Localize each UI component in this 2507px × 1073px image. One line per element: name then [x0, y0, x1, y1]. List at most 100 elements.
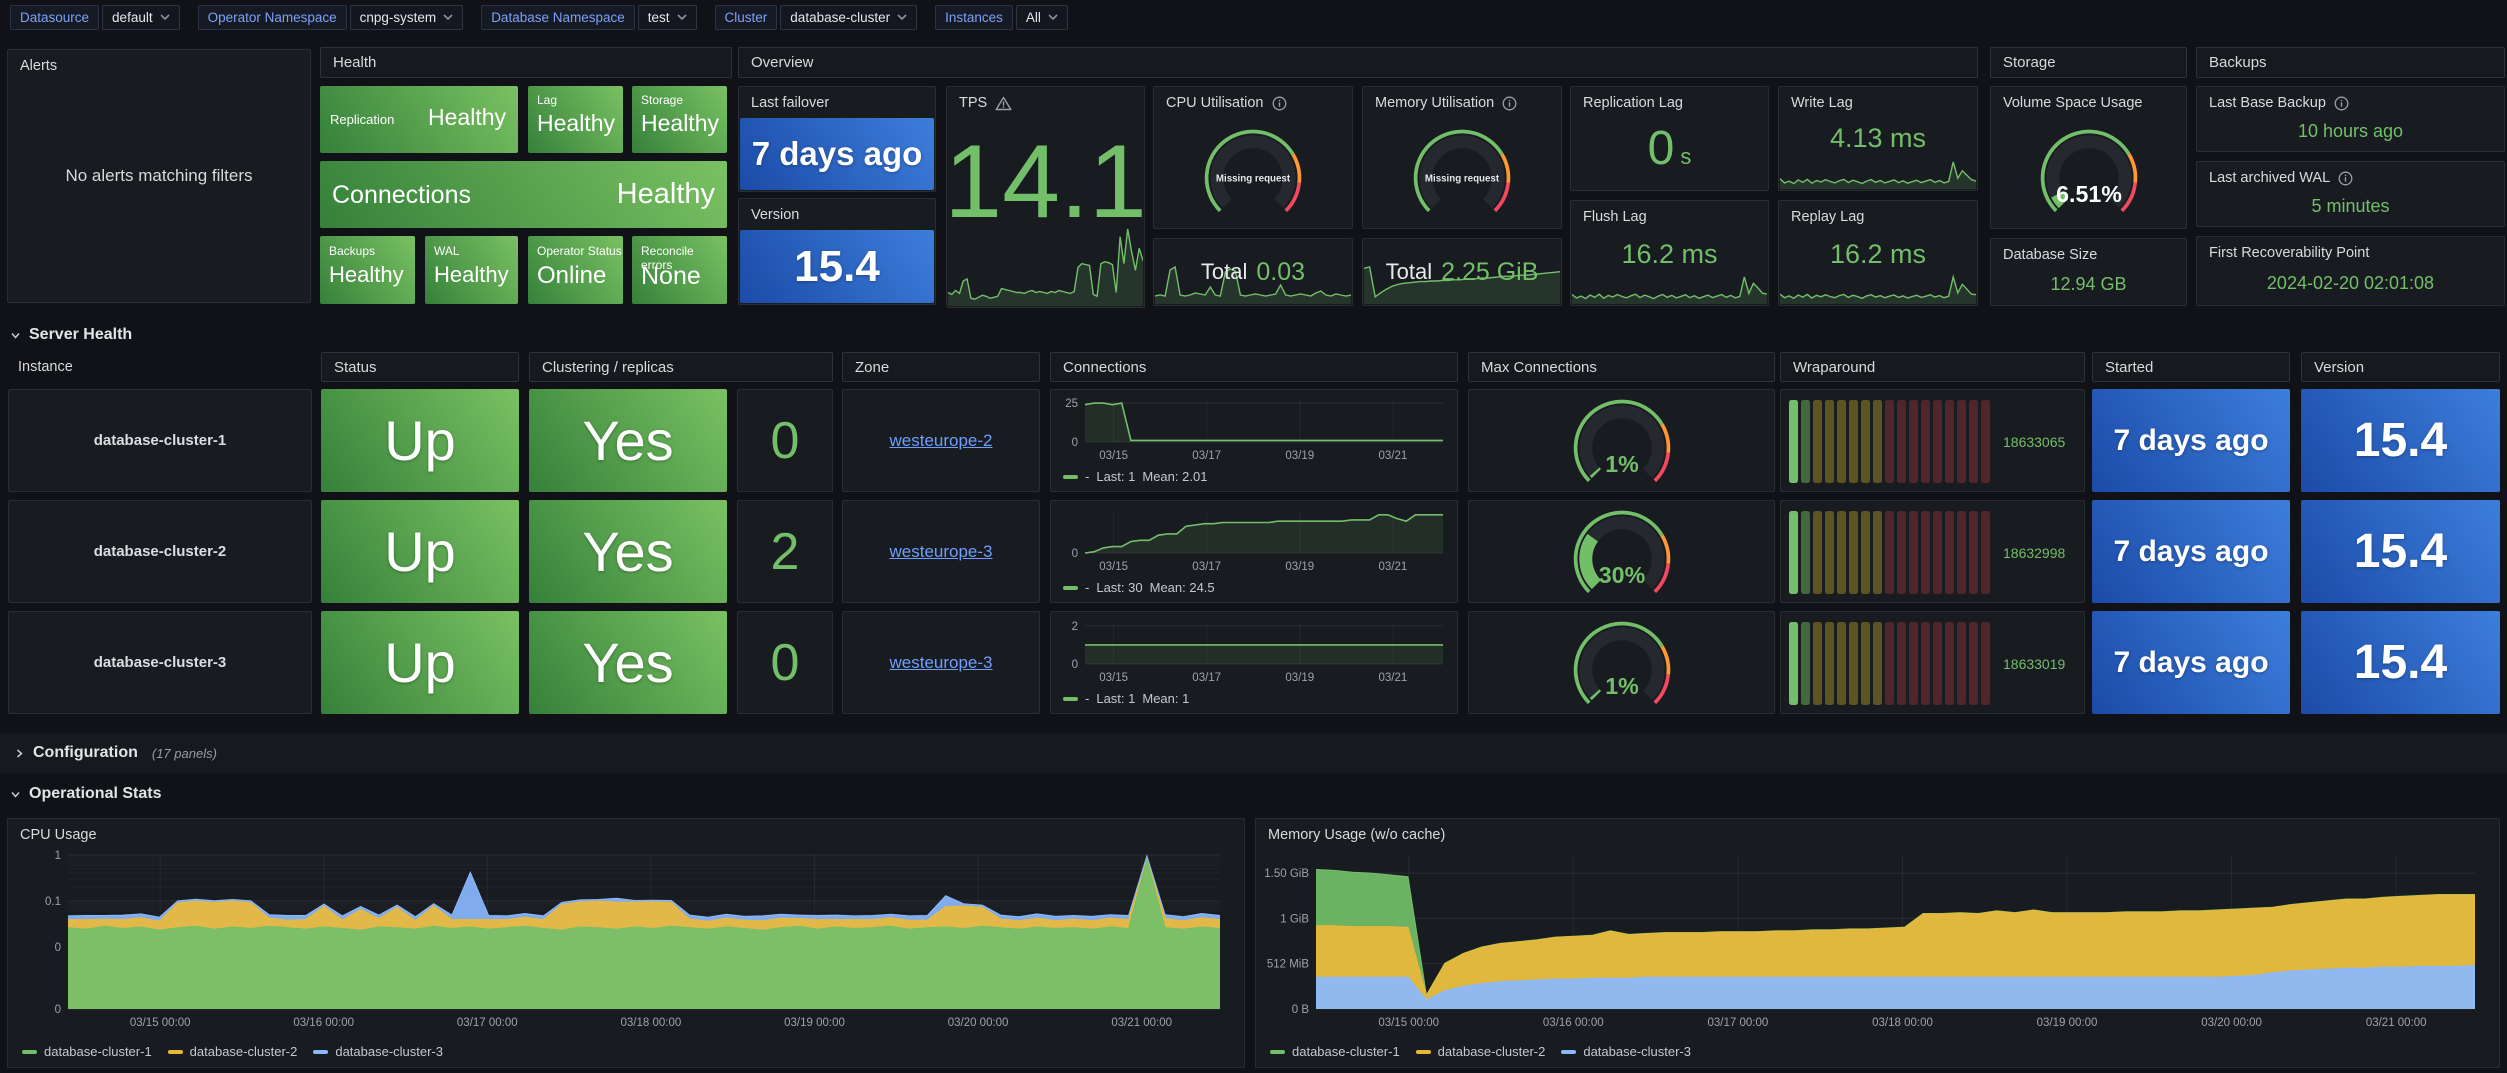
replicas-cell: 0: [737, 611, 833, 714]
svg-text:03/19: 03/19: [1285, 450, 1314, 462]
chevron-down-icon: [897, 14, 907, 21]
svg-text:1.50 GiB: 1.50 GiB: [1264, 868, 1309, 880]
wraparound-cell: 18633065: [1780, 389, 2085, 492]
status-tile: Up: [321, 500, 519, 603]
legend-swatch: [1416, 1050, 1431, 1054]
svg-text:03/21 00:00: 03/21 00:00: [1111, 1017, 1172, 1029]
write-lag-sparkline: [1780, 159, 1976, 189]
panel-title[interactable]: Memory Usage (w/o cache): [1268, 827, 1445, 843]
version-tile: 15.4: [2301, 389, 2500, 492]
panel-title[interactable]: Volume Space Usage: [2003, 95, 2142, 111]
replicas-cell: 0: [737, 389, 833, 492]
svg-text:03/17: 03/17: [1192, 450, 1221, 462]
wraparound-value: 18633065: [2003, 434, 2065, 450]
connections-cell: 2003/1503/1703/1903/21 - Last: 1 Mean: 1: [1050, 611, 1458, 714]
svg-text:03/18 00:00: 03/18 00:00: [621, 1017, 682, 1029]
health-lag-tile: Lag Healthy: [528, 86, 623, 153]
variable-value-dropdown[interactable]: test: [638, 5, 697, 30]
health-storage-tile: Storage Healthy: [632, 86, 727, 153]
wraparound-cell: 18633019: [1780, 611, 2085, 714]
max-connections-gauge: 1%: [1468, 389, 1775, 492]
tile-label: Backups: [329, 244, 375, 258]
svg-text:Missing request: Missing request: [1425, 174, 1500, 185]
panel-title[interactable]: Flush Lag: [1583, 209, 1647, 225]
info-icon: [1272, 96, 1287, 111]
zone-link[interactable]: westeurope-2: [889, 431, 992, 451]
svg-text:03/16 00:00: 03/16 00:00: [293, 1017, 354, 1029]
legend-label[interactable]: database-cluster-3: [335, 1044, 443, 1059]
svg-text:03/18 00:00: 03/18 00:00: [1872, 1017, 1933, 1029]
svg-text:0.1: 0.1: [45, 896, 61, 908]
svg-text:03/19 00:00: 03/19 00:00: [2037, 1017, 2098, 1029]
replication-lag-panel: Replication Lag 0 s: [1570, 86, 1769, 191]
variable-value-dropdown[interactable]: database-cluster: [780, 5, 917, 30]
panel-title[interactable]: Version: [751, 207, 799, 223]
variable-value-dropdown[interactable]: default: [102, 5, 180, 30]
panel-title[interactable]: First Recoverability Point: [2209, 245, 2369, 261]
write-lag-panel: Write Lag 4.13 ms: [1778, 86, 1978, 191]
legend-label[interactable]: database-cluster-2: [190, 1044, 298, 1059]
info-icon: [2334, 96, 2349, 111]
panel-title: CPU Utilisation: [1166, 95, 1264, 111]
legend-label[interactable]: database-cluster-1: [1292, 1044, 1400, 1059]
total-label: Total: [1386, 259, 1432, 285]
panel-title[interactable]: Replay Lag: [1791, 209, 1864, 225]
column-header-instance: Instance: [18, 352, 73, 382]
version-tile: 15.4: [2301, 611, 2500, 714]
started-tile: 7 days ago: [2092, 611, 2290, 714]
info-icon: [1502, 96, 1517, 111]
connections-chart: 2003/1503/1703/1903/21: [1053, 614, 1455, 688]
column-header-clustering: Clustering / replicas: [529, 352, 833, 382]
svg-text:0: 0: [55, 942, 61, 954]
health-row-header[interactable]: Health: [320, 47, 732, 78]
memory-usage-chart: 1.50 GiB1 GiB512 MiB0 B03/15 00:0003/16 …: [1264, 849, 2491, 1037]
volume-space-usage-gauge: 6.51%: [1991, 115, 2186, 226]
legend-label[interactable]: database-cluster-3: [1583, 1044, 1691, 1059]
wraparound-led-gauge: [1789, 511, 1994, 594]
chart-legend: database-cluster-1 database-cluster-2 da…: [22, 1044, 443, 1059]
variable-label: Instances: [935, 5, 1013, 30]
variable-value-dropdown[interactable]: All: [1016, 5, 1068, 30]
panel-title[interactable]: CPU Usage: [20, 827, 97, 843]
panel-title[interactable]: Last failover: [751, 95, 829, 111]
connections-cell: 25003/1503/1703/1903/21 - Last: 1 Mean: …: [1050, 389, 1458, 492]
svg-text:03/17 00:00: 03/17 00:00: [1708, 1017, 1769, 1029]
legend-swatch: [168, 1050, 183, 1054]
svg-text:03/20 00:00: 03/20 00:00: [2201, 1017, 2262, 1029]
instance-cell: database-cluster-2: [8, 500, 312, 603]
legend-swatch: [1561, 1050, 1576, 1054]
zone-link[interactable]: westeurope-3: [889, 542, 992, 562]
memory-utilisation-gauge: Missing request: [1363, 117, 1561, 224]
flush-lag-value: 16.2 ms: [1571, 237, 1768, 271]
overview-row-header[interactable]: Overview: [738, 47, 1978, 78]
tile-value: Healthy: [329, 262, 404, 288]
legend-swatch: [22, 1050, 37, 1054]
operational-stats-section-header[interactable]: Operational Stats: [10, 785, 161, 803]
chevron-down-icon: [10, 789, 21, 800]
panel-title[interactable]: Database Size: [2003, 247, 2097, 263]
instance-cell: database-cluster-3: [8, 611, 312, 714]
tile-value: Healthy: [641, 110, 719, 137]
chart-legend: database-cluster-1 database-cluster-2 da…: [1270, 1044, 1691, 1059]
panel-title[interactable]: Write Lag: [1791, 95, 1853, 111]
wraparound-led-gauge: [1789, 400, 1994, 483]
zone-link[interactable]: westeurope-3: [889, 653, 992, 673]
max-connections-gauge: 30%: [1468, 500, 1775, 603]
svg-text:03/16 00:00: 03/16 00:00: [1543, 1017, 1604, 1029]
zone-cell: westeurope-2: [842, 389, 1040, 492]
backups-row-header[interactable]: Backups: [2196, 47, 2505, 78]
legend-label[interactable]: database-cluster-2: [1438, 1044, 1546, 1059]
variable-value-dropdown[interactable]: cnpg-system: [350, 5, 464, 30]
column-header-status: Status: [321, 352, 519, 382]
configuration-section-header[interactable]: Configuration (17 panels): [14, 744, 217, 762]
replay-lag-sparkline: [1780, 274, 1976, 304]
cpu-utilisation-gauge: Missing request: [1154, 117, 1352, 224]
legend-label[interactable]: database-cluster-1: [44, 1044, 152, 1059]
variable-instances: Instances All: [935, 5, 1068, 30]
svg-text:03/21: 03/21: [1379, 561, 1408, 573]
storage-row-header[interactable]: Storage: [1990, 47, 2187, 78]
chevron-right-icon: [14, 748, 25, 759]
connections-cell: 003/1503/1703/1903/21 - Last: 30 Mean: 2…: [1050, 500, 1458, 603]
tile-value: Online: [537, 262, 606, 290]
server-health-section-header[interactable]: Server Health: [10, 326, 132, 344]
